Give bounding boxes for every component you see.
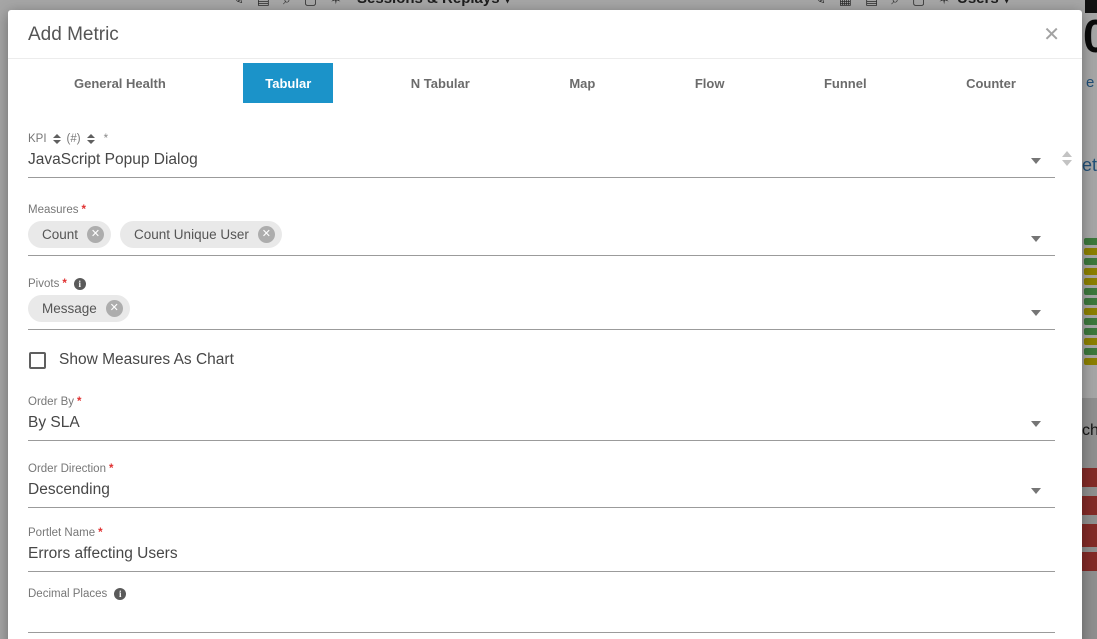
dialog-title: Add Metric: [28, 24, 119, 46]
decimal-places-label: Decimal Places i: [28, 586, 1055, 601]
order-by-select[interactable]: By SLA: [28, 409, 1055, 440]
chevron-down-icon[interactable]: [1031, 236, 1041, 242]
pivots-multiselect[interactable]: Message ✕: [28, 291, 1055, 329]
pivots-label: Pivots* i: [28, 276, 1055, 291]
field-decimal-places: Decimal Places i: [28, 586, 1055, 633]
tab-general-health[interactable]: General Health: [52, 63, 188, 103]
sort-icon[interactable]: [87, 134, 95, 144]
field-order-by: Order By* By SLA: [28, 394, 1055, 441]
decimal-places-input[interactable]: [28, 601, 1055, 632]
tab-map[interactable]: Map: [547, 63, 617, 103]
checkbox-unchecked-icon[interactable]: [29, 352, 46, 369]
close-icon[interactable]: ✕: [1043, 22, 1060, 47]
show-measures-as-chart-checkbox[interactable]: Show Measures As Chart: [29, 351, 1055, 369]
order-direction-select[interactable]: Descending: [28, 476, 1055, 507]
measures-multiselect[interactable]: Count ✕ Count Unique User ✕: [28, 217, 1055, 255]
sort-icon[interactable]: [53, 134, 61, 144]
field-pivots: Pivots* i Message ✕: [28, 276, 1055, 330]
chip-remove-icon[interactable]: ✕: [106, 300, 123, 317]
portlet-name-label: Portlet Name*: [28, 525, 1055, 540]
tab-flow[interactable]: Flow: [673, 63, 747, 103]
order-by-label: Order By*: [28, 394, 1055, 409]
field-portlet-name: Portlet Name* Errors affecting Users: [28, 525, 1055, 572]
chip-remove-icon[interactable]: ✕: [87, 226, 104, 243]
dialog-header: Add Metric ✕: [8, 10, 1082, 59]
measures-label: Measures*: [28, 202, 1055, 217]
tab-n-tabular[interactable]: N Tabular: [389, 63, 492, 103]
spinner-icon[interactable]: [1062, 151, 1072, 166]
chip-remove-icon[interactable]: ✕: [258, 226, 275, 243]
order-direction-label: Order Direction*: [28, 461, 1055, 476]
field-measures: Measures* Count ✕ Count Unique User ✕: [28, 202, 1055, 256]
checkbox-label: Show Measures As Chart: [59, 351, 234, 369]
chevron-down-icon[interactable]: [1031, 488, 1041, 494]
chevron-down-icon[interactable]: [1031, 310, 1041, 316]
info-icon[interactable]: i: [114, 588, 126, 600]
tab-funnel[interactable]: Funnel: [802, 63, 889, 103]
field-kpi: KPI (#) * JavaScript Popup Dialog: [28, 131, 1055, 178]
add-metric-dialog: Add Metric ✕ General Health Tabular N Ta…: [8, 10, 1082, 639]
field-order-direction: Order Direction* Descending: [28, 461, 1055, 508]
chip-count: Count ✕: [28, 221, 111, 248]
tab-bar: General Health Tabular N Tabular Map Flo…: [8, 59, 1082, 103]
chevron-down-icon[interactable]: [1031, 158, 1041, 164]
chip-message: Message ✕: [28, 295, 130, 322]
info-icon[interactable]: i: [74, 278, 86, 290]
chip-count-unique-user: Count Unique User ✕: [120, 221, 282, 248]
portlet-name-input[interactable]: Errors affecting Users: [28, 540, 1055, 571]
tab-tabular[interactable]: Tabular: [243, 63, 333, 103]
kpi-select[interactable]: JavaScript Popup Dialog: [28, 146, 1055, 177]
dialog-content: KPI (#) * JavaScript Popup Dialog Measur…: [8, 103, 1082, 639]
tab-counter[interactable]: Counter: [944, 63, 1038, 103]
chevron-down-icon[interactable]: [1031, 421, 1041, 427]
kpi-label: KPI (#) *: [28, 131, 1055, 146]
screen: ✎ ▤ ⌕ ▢ ✶ Sessions & Replays ▾ ✎ ▦ ▤ ⌕ ▢…: [0, 0, 1097, 639]
